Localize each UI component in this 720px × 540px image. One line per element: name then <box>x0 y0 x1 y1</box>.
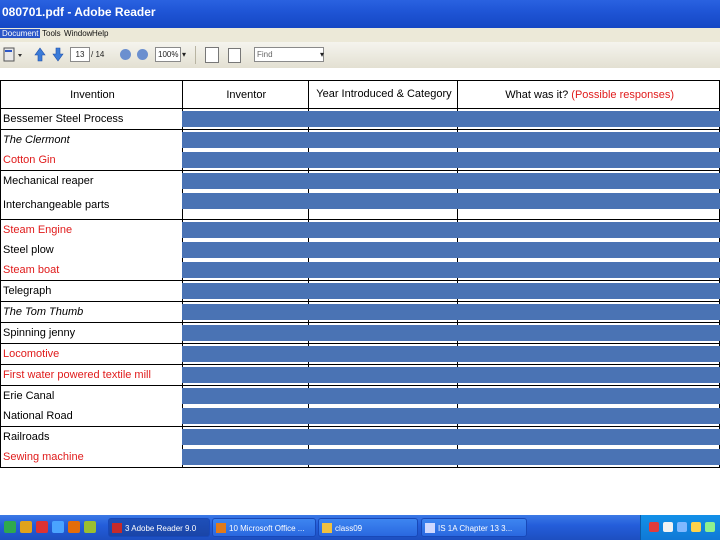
zoom-in-icon[interactable] <box>137 49 148 60</box>
find-input[interactable]: Find <box>254 47 324 62</box>
taskbar-button-adobe[interactable]: 3 Adobe Reader 9.0 <box>108 518 210 537</box>
answer-cover-bar <box>182 366 720 383</box>
menu-document[interactable]: Document <box>0 29 41 38</box>
next-page-icon[interactable] <box>52 47 64 62</box>
invention-cell: Locomotive <box>0 343 183 365</box>
invention-cell: Steam Engine <box>0 219 183 240</box>
quicklaunch-icon[interactable] <box>20 521 32 533</box>
document-icon <box>425 523 435 533</box>
adobe-icon <box>112 523 122 533</box>
folder-icon <box>322 523 332 533</box>
fit-width-icon[interactable] <box>228 48 241 63</box>
answer-cover-bar <box>182 131 720 148</box>
quicklaunch-icon[interactable] <box>4 521 16 533</box>
find-dropdown-icon[interactable]: ▾ <box>320 50 324 59</box>
fit-page-icon[interactable] <box>205 47 219 63</box>
answer-cover-bar <box>182 221 720 238</box>
answer-cover-bar <box>182 303 720 320</box>
header-what: What was it? (Possible responses) <box>457 80 720 109</box>
invention-cell: Bessemer Steel Process <box>0 108 183 130</box>
invention-cell: National Road <box>0 406 183 427</box>
office-icon <box>216 523 226 533</box>
taskbar-button-folder[interactable]: class09 <box>318 518 418 537</box>
invention-cell: Spinning jenny <box>0 322 183 344</box>
answer-cover-bar <box>182 110 720 127</box>
invention-cell: Telegraph <box>0 280 183 302</box>
invention-cell: First water powered textile mill <box>0 364 183 386</box>
answer-cover-bar <box>182 449 720 465</box>
invention-cell: Railroads <box>0 426 183 447</box>
zoom-dropdown-icon[interactable]: ▾ <box>182 50 186 59</box>
invention-cell: Cotton Gin <box>0 150 183 171</box>
quicklaunch-icon[interactable] <box>84 521 96 533</box>
answer-cover-bar <box>182 324 720 341</box>
invention-cell: Sewing machine <box>0 447 183 468</box>
quicklaunch-icon[interactable] <box>68 521 80 533</box>
toolbar: 13 / 14 100% ▾ Find ▾ <box>0 42 720 69</box>
tray-icon[interactable] <box>691 522 701 532</box>
window-title: 080701.pdf - Adobe Reader <box>2 5 156 19</box>
task-label: 10 Microsoft Office ... <box>229 524 305 533</box>
answer-cover-bar <box>182 345 720 362</box>
header-year: Year Introduced & Category <box>307 80 459 109</box>
tray-icon[interactable] <box>705 522 715 532</box>
answer-cover-bar <box>182 387 720 404</box>
answer-cover-bar <box>182 172 720 189</box>
answer-cover-bar <box>182 242 720 258</box>
document-view: Invention Inventor Year Introduced & Cat… <box>0 68 720 515</box>
header-what-label: What was it? <box>505 88 569 101</box>
title-bar: 080701.pdf - Adobe Reader <box>0 0 720 28</box>
invention-cell: Mechanical reaper <box>0 170 183 191</box>
menu-tools[interactable]: Tools <box>40 29 63 38</box>
page-top-margin <box>0 68 720 80</box>
tray-icon[interactable] <box>649 522 659 532</box>
menu-bar: Document Tools Window Help <box>0 28 720 42</box>
answer-cover-bar <box>182 262 720 278</box>
header-what-hint: (Possible responses) <box>571 88 675 101</box>
invention-cell: Steam boat <box>0 260 183 281</box>
invention-cell: Interchangeable parts <box>0 191 183 220</box>
quicklaunch-icon[interactable] <box>52 521 64 533</box>
taskbar-button-office[interactable]: 10 Microsoft Office ... <box>212 518 316 537</box>
invention-cell: Steel plow <box>0 240 183 260</box>
page-number-input[interactable]: 13 <box>70 47 90 62</box>
task-label: class09 <box>335 524 363 533</box>
taskbar-button-chapter[interactable]: IS 1A Chapter 13 3... <box>421 518 527 537</box>
left-panel-icon[interactable] <box>2 46 28 64</box>
answer-cover-bar <box>182 193 720 209</box>
answer-cover-bar <box>182 428 720 445</box>
taskbar: 3 Adobe Reader 9.0 10 Microsoft Office .… <box>0 515 720 540</box>
page-total: / 14 <box>91 50 105 59</box>
invention-cell: The Clermont <box>0 129 183 150</box>
task-label: IS 1A Chapter 13 3... <box>438 524 513 533</box>
invention-cell: Erie Canal <box>0 385 183 406</box>
system-tray <box>640 515 720 540</box>
quicklaunch-icon[interactable] <box>36 521 48 533</box>
table-header-row: Invention Inventor Year Introduced & Cat… <box>0 80 720 109</box>
invention-cell: The Tom Thumb <box>0 301 183 323</box>
answer-cover-bar <box>182 408 720 424</box>
zoom-out-icon[interactable] <box>120 49 131 60</box>
task-label: 3 Adobe Reader 9.0 <box>125 524 197 533</box>
menu-help[interactable]: Help <box>90 29 110 38</box>
prev-page-icon[interactable] <box>34 47 46 62</box>
answer-cover-bar <box>182 152 720 168</box>
toolbar-separator <box>195 46 196 64</box>
tray-icon[interactable] <box>663 522 673 532</box>
answer-cover-bar <box>182 282 720 299</box>
zoom-level-input[interactable]: 100% <box>155 47 181 62</box>
tray-icon[interactable] <box>677 522 687 532</box>
header-invention: Invention <box>0 80 183 109</box>
header-inventor: Inventor <box>181 80 309 109</box>
